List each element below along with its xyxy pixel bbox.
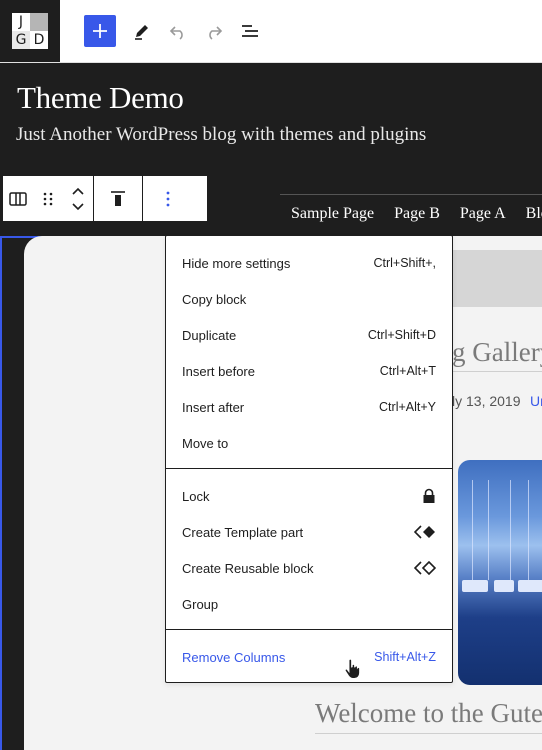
menu-item-hide-more-settings[interactable]: Hide more settings Ctrl+Shift+, xyxy=(182,245,436,281)
title-underline xyxy=(452,371,542,372)
list-view-button[interactable] xyxy=(234,15,266,47)
nav-item[interactable]: Blo xyxy=(526,205,542,223)
menu-item-copy-block[interactable]: Copy block xyxy=(182,281,436,317)
title-underline xyxy=(315,733,542,734)
logo-letter: G xyxy=(12,31,30,49)
reusable-block-icon xyxy=(414,561,436,575)
more-options-button[interactable] xyxy=(153,176,183,222)
nav-item[interactable]: Page A xyxy=(460,205,506,223)
block-options-menu: Hide more settings Ctrl+Shift+, Copy blo… xyxy=(165,235,453,683)
drag-handle[interactable] xyxy=(33,176,63,222)
more-options-icon xyxy=(166,191,170,206)
columns-icon xyxy=(9,191,27,206)
menu-divider xyxy=(166,629,452,630)
tools-button[interactable] xyxy=(126,15,158,47)
site-logo-button[interactable]: J G D xyxy=(0,0,60,62)
plus-icon xyxy=(93,24,107,38)
boat-mast xyxy=(472,480,473,580)
menu-item-label: Group xyxy=(182,596,219,612)
menu-item-remove-columns[interactable]: Remove Columns Shift+Alt+Z xyxy=(182,639,436,675)
menu-item-insert-before[interactable]: Insert before Ctrl+Alt+T xyxy=(182,353,436,389)
menu-item-create-reusable-block[interactable]: Create Reusable block xyxy=(182,550,436,586)
block-type-group xyxy=(3,176,94,221)
move-up-down-icon xyxy=(72,187,84,210)
block-toolbar xyxy=(2,175,208,222)
menu-item-create-template-part[interactable]: Create Template part xyxy=(182,514,436,550)
post-title[interactable]: Welcome to the Gutenl xyxy=(315,698,542,729)
nav-divider xyxy=(280,194,542,195)
lock-icon xyxy=(423,488,435,503)
menu-item-label: Move to xyxy=(182,435,229,451)
boat-hull xyxy=(494,580,514,592)
align-top-button[interactable] xyxy=(103,176,133,222)
menu-item-shortcut: Ctrl+Alt+Y xyxy=(379,400,436,414)
menu-item-label: Lock xyxy=(182,488,210,504)
nav-item[interactable]: Page B xyxy=(394,205,440,223)
drag-handle-icon xyxy=(43,192,53,205)
site-title[interactable]: Theme Demo xyxy=(17,80,184,116)
hand-cursor-icon xyxy=(344,659,360,679)
menu-item-shortcut: Shift+Alt+Z xyxy=(374,650,436,664)
menu-item-label: Create Template part xyxy=(182,524,304,540)
list-view-icon xyxy=(242,25,258,37)
editor-top-toolbar: J G D xyxy=(0,0,542,63)
menu-divider xyxy=(166,468,452,469)
post-title[interactable]: g Gallery xyxy=(452,337,542,368)
boat-mast xyxy=(488,480,489,580)
redo-button[interactable] xyxy=(198,15,230,47)
menu-item-shortcut: Ctrl+Alt+T xyxy=(379,364,436,378)
menu-item-lock[interactable]: Lock xyxy=(182,478,436,514)
move-buttons[interactable] xyxy=(63,176,93,222)
menu-item-label: Hide more settings xyxy=(182,255,291,271)
undo-icon xyxy=(169,26,183,40)
boat-mast xyxy=(510,480,511,580)
logo-letter: D xyxy=(30,31,48,49)
logo-letter: J xyxy=(12,13,30,31)
menu-item-insert-after[interactable]: Insert after Ctrl+Alt+Y xyxy=(182,389,436,425)
menu-item-label: Insert before xyxy=(182,363,255,379)
boat-hull xyxy=(462,580,488,592)
boat-hull xyxy=(518,580,542,592)
undo-button[interactable] xyxy=(162,15,194,47)
menu-item-move-to[interactable]: Move to xyxy=(182,425,436,461)
boat-mast xyxy=(528,480,529,580)
logo-letter xyxy=(30,13,48,31)
add-block-button[interactable] xyxy=(84,15,116,47)
menu-item-shortcut: Ctrl+Shift+, xyxy=(373,256,436,270)
post-category-link[interactable]: Un xyxy=(530,393,542,409)
logo-mark: J G D xyxy=(12,13,48,49)
template-part-icon xyxy=(414,525,435,539)
menu-item-label: Insert after xyxy=(182,399,245,415)
options-group xyxy=(143,176,193,221)
pencil-icon xyxy=(135,25,148,40)
menu-item-label: Copy block xyxy=(182,291,247,307)
post-date: ly 13, 2019 xyxy=(452,393,521,409)
nav-item[interactable]: Sample Page xyxy=(291,205,374,223)
menu-item-label: Duplicate xyxy=(182,327,237,343)
align-top-icon xyxy=(111,190,125,206)
site-tagline[interactable]: Just Another WordPress blog with themes … xyxy=(16,124,426,146)
menu-item-label: Remove Columns xyxy=(182,649,286,665)
post-header-band xyxy=(452,250,542,307)
align-group xyxy=(94,176,143,221)
menu-item-shortcut: Ctrl+Shift+D xyxy=(367,328,436,342)
site-navigation: Sample Page Page B Page A Blo xyxy=(291,205,542,223)
menu-item-duplicate[interactable]: Duplicate Ctrl+Shift+D xyxy=(182,317,436,353)
menu-item-group[interactable]: Group xyxy=(182,586,436,622)
redo-icon xyxy=(209,26,223,40)
menu-item-label: Create Reusable block xyxy=(182,560,314,576)
columns-block-button[interactable] xyxy=(3,176,33,222)
harbor-photo[interactable] xyxy=(458,460,542,685)
